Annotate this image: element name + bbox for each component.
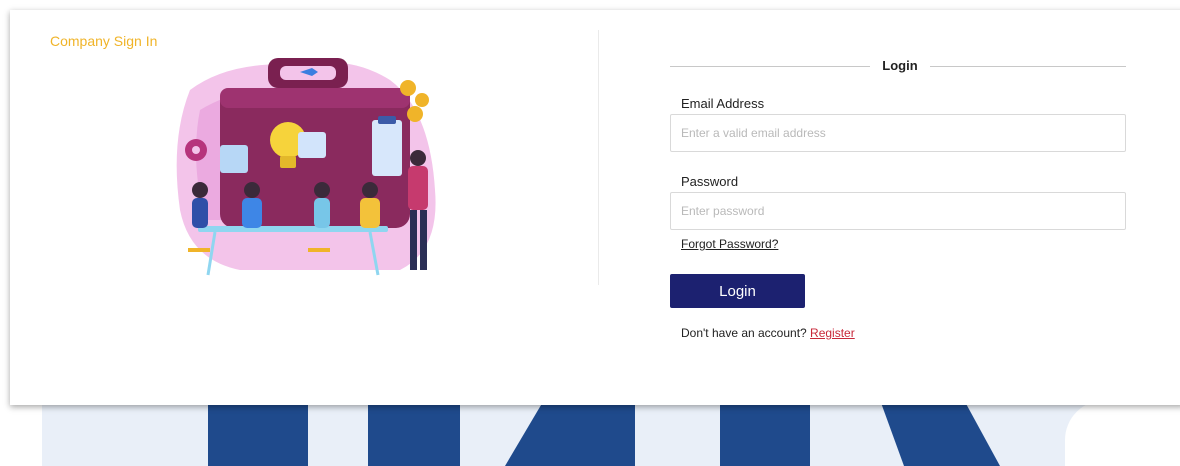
team-briefcase-illustration: [176, 58, 436, 276]
login-heading: Login: [882, 58, 918, 73]
password-label: Password: [681, 174, 739, 189]
heading-rule-left: [670, 66, 870, 67]
background-figure-leg: [208, 400, 308, 466]
background-figure-leg: [368, 400, 460, 466]
login-button[interactable]: Login: [670, 274, 805, 308]
heading-rule-right: [930, 66, 1126, 67]
login-heading-row: Login: [670, 58, 1126, 74]
forgot-password-link[interactable]: Forgot Password?: [681, 237, 778, 251]
background-figure-leg: [720, 400, 810, 466]
register-row: Don't have an account? Register: [681, 326, 855, 340]
register-prompt: Don't have an account?: [681, 326, 811, 340]
register-link[interactable]: Register: [810, 326, 855, 340]
signin-card: Company Sign In Login Email Address Ente…: [10, 10, 1180, 405]
email-input[interactable]: [670, 114, 1126, 152]
vertical-divider: [598, 30, 599, 285]
brand-title: Company Sign In: [50, 33, 158, 49]
email-label: Email Address: [681, 96, 765, 111]
password-input[interactable]: [670, 192, 1126, 230]
